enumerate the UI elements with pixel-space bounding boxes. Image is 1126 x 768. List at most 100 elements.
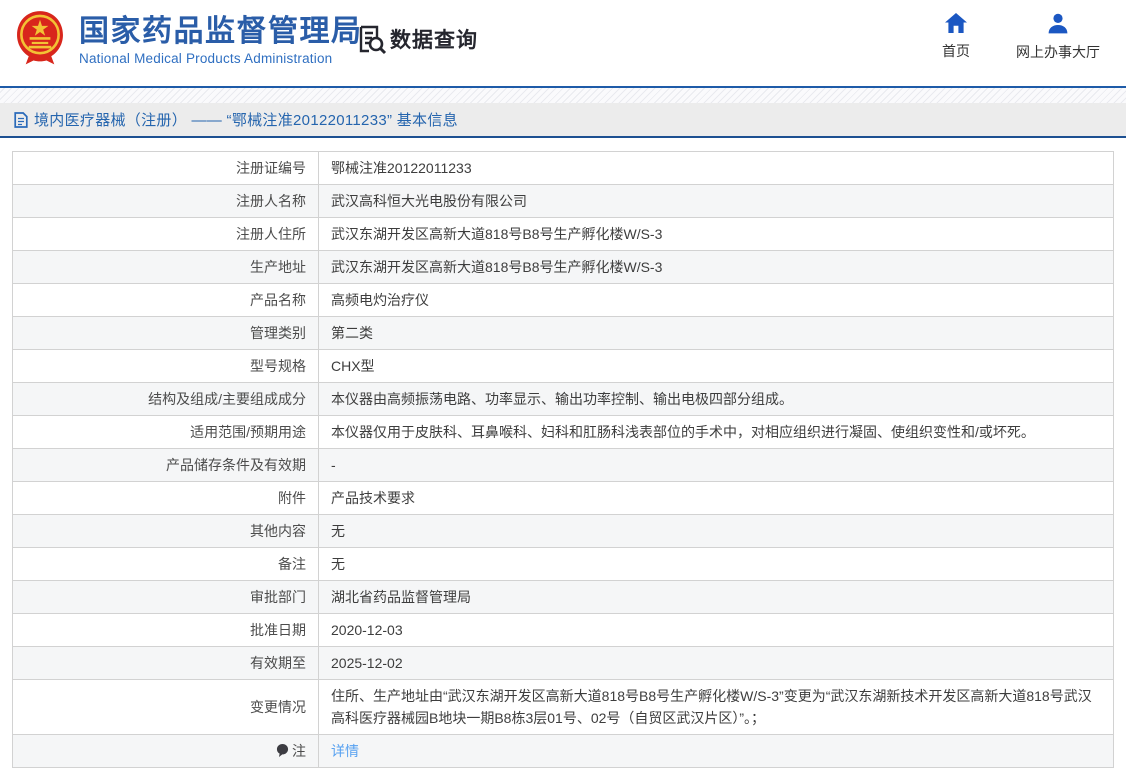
home-icon (945, 13, 967, 33)
table-row: 产品储存条件及有效期 - (12, 448, 1114, 482)
table-row: 产品名称 高频电灼治疗仪 (12, 283, 1114, 317)
table-row: 审批部门 湖北省药品监督管理局 (12, 580, 1114, 614)
row-label: 型号规格 (12, 349, 319, 383)
nav-home-label: 首页 (942, 43, 970, 59)
row-label: 变更情况 (12, 679, 319, 735)
row-value: 详情 (318, 734, 1114, 768)
nav-service-hall-label: 网上办事大厅 (1016, 44, 1100, 60)
row-label: 结构及组成/主要组成成分 (12, 382, 319, 416)
row-value: CHX型 (318, 349, 1114, 383)
row-value: 第二类 (318, 316, 1114, 350)
site-logo[interactable]: 国家药品监督管理局 National Medical Products Admi… (14, 7, 363, 67)
row-value: 鄂械注准20122011233 (318, 151, 1114, 185)
row-label: 产品储存条件及有效期 (12, 448, 319, 482)
row-label: 注册人住所 (12, 217, 319, 251)
row-label: 批准日期 (12, 613, 319, 647)
row-label: 审批部门 (12, 580, 319, 614)
top-nav: 首页 网上办事大厅 (942, 13, 1100, 62)
table-row: 有效期至 2025-12-02 (12, 646, 1114, 680)
row-value: - (318, 448, 1114, 482)
document-icon (14, 111, 28, 128)
row-label: 生产地址 (12, 250, 319, 284)
row-label: 适用范围/预期用途 (12, 415, 319, 449)
row-label: 注册人名称 (12, 184, 319, 218)
row-value-text: 2020-12-03 (331, 622, 403, 638)
row-value-text: 无 (331, 523, 345, 539)
table-row: 适用范围/预期用途 本仪器仅用于皮肤科、耳鼻喉科、妇科和肛肠科浅表部位的手术中，对… (12, 415, 1114, 449)
row-label: 有效期至 (12, 646, 319, 680)
breadcrumb: 境内医疗器械（注册） —— “鄂械注准20122011233” 基本信息 (34, 112, 458, 129)
row-value: 武汉东湖开发区高新大道818号B8号生产孵化楼W/S-3 (318, 217, 1114, 251)
table-row: 结构及组成/主要组成成分 本仪器由高频振荡电路、功率显示、输出功率控制、输出电极四… (12, 382, 1114, 416)
site-subtitle: National Medical Products Administration (79, 51, 333, 66)
row-label-text: 备注 (278, 556, 306, 572)
nav-home[interactable]: 首页 (942, 13, 970, 62)
row-label-text: 其他内容 (250, 523, 306, 539)
row-label-text: 产品名称 (250, 292, 306, 308)
row-value: 无 (318, 547, 1114, 581)
row-label: 其他内容 (12, 514, 319, 548)
row-value-text: 住所、生产地址由“武汉东湖开发区高新大道818号B8号生产孵化楼W/S-3”变更… (331, 688, 1092, 726)
row-value: 武汉东湖开发区高新大道818号B8号生产孵化楼W/S-3 (318, 250, 1114, 284)
table-row: 变更情况 住所、生产地址由“武汉东湖开发区高新大道818号B8号生产孵化楼W/S-… (12, 679, 1114, 735)
table-row: 管理类别 第二类 (12, 316, 1114, 350)
row-label-text: 适用范围/预期用途 (190, 424, 306, 440)
nav-service-hall[interactable]: 网上办事大厅 (1016, 13, 1100, 62)
row-value-text: 鄂械注准20122011233 (331, 160, 472, 176)
detail-link[interactable]: 详情 (331, 743, 359, 759)
breadcrumb-bar: 境内医疗器械（注册） —— “鄂械注准20122011233” 基本信息 (0, 103, 1126, 138)
row-label-text: 批准日期 (250, 622, 306, 638)
row-label-text: 型号规格 (250, 358, 306, 374)
national-emblem-icon (17, 11, 63, 65)
row-value: 产品技术要求 (318, 481, 1114, 515)
row-value-text: 武汉东湖开发区高新大道818号B8号生产孵化楼W/S-3 (331, 226, 663, 242)
row-label-text: 变更情况 (250, 699, 306, 715)
row-label-text: 附件 (278, 490, 306, 506)
row-value-text: - (331, 457, 336, 473)
main-content: 注册证编号 鄂械注准20122011233 注册人名称 武汉高科恒大光电股份有限公司注… (0, 138, 1126, 768)
row-value: 本仪器由高频振荡电路、功率显示、输出功率控制、输出电极四部分组成。 (318, 382, 1114, 416)
info-table-body: 注册证编号 鄂械注准20122011233 注册人名称 武汉高科恒大光电股份有限公司注… (12, 151, 1114, 768)
row-value-text: 第二类 (331, 325, 373, 341)
table-row: 批准日期 2020-12-03 (12, 613, 1114, 647)
row-value: 高频电灼治疗仪 (318, 283, 1114, 317)
row-value-text: 本仪器仅用于皮肤科、耳鼻喉科、妇科和肛肠科浅表部位的手术中，对相应组织进行凝固、… (331, 424, 1035, 440)
row-label-text: 产品储存条件及有效期 (166, 457, 306, 473)
site-title: 国家药品监督管理局 (79, 15, 363, 48)
row-value: 本仪器仅用于皮肤科、耳鼻喉科、妇科和肛肠科浅表部位的手术中，对相应组织进行凝固、… (318, 415, 1114, 449)
row-value-text: 产品技术要求 (331, 490, 415, 506)
hatched-gap-band (0, 88, 1126, 103)
table-row: 注 详情 (12, 734, 1114, 768)
table-row: 附件 产品技术要求 (12, 481, 1114, 515)
row-value: 无 (318, 514, 1114, 548)
row-label: 注册证编号 (12, 151, 319, 185)
data-query-tab[interactable]: 数据查询 (355, 23, 478, 55)
row-label-text: 注册人名称 (236, 193, 306, 209)
data-query-icon (359, 25, 387, 55)
table-row: 注册人住所 武汉东湖开发区高新大道818号B8号生产孵化楼W/S-3 (12, 217, 1114, 251)
table-row: 其他内容 无 (12, 514, 1114, 548)
row-label-text: 管理类别 (250, 325, 306, 341)
row-value-text: 武汉高科恒大光电股份有限公司 (331, 193, 527, 209)
row-label-text: 有效期至 (250, 655, 306, 671)
table-row: 型号规格 CHX型 (12, 349, 1114, 383)
row-value-text: CHX型 (331, 358, 375, 374)
row-label-text: 结构及组成/主要组成成分 (148, 391, 306, 407)
row-value: 武汉高科恒大光电股份有限公司 (318, 184, 1114, 218)
row-value: 湖北省药品监督管理局 (318, 580, 1114, 614)
row-label: 附件 (12, 481, 319, 515)
data-query-label: 数据查询 (390, 29, 478, 52)
table-row: 生产地址 武汉东湖开发区高新大道818号B8号生产孵化楼W/S-3 (12, 250, 1114, 284)
row-label-text: 注 (292, 743, 306, 759)
registration-info-table: 注册证编号 鄂械注准20122011233 注册人名称 武汉高科恒大光电股份有限公司注… (12, 151, 1114, 768)
row-value-text: 高频电灼治疗仪 (331, 292, 429, 308)
row-label-text: 注册证编号 (236, 160, 306, 176)
row-label-text: 注册人住所 (236, 226, 306, 242)
table-row: 注册人名称 武汉高科恒大光电股份有限公司 (12, 184, 1114, 218)
row-value: 住所、生产地址由“武汉东湖开发区高新大道818号B8号生产孵化楼W/S-3”变更… (318, 679, 1114, 735)
table-row: 备注 无 (12, 547, 1114, 581)
row-label: 注 (12, 734, 319, 768)
row-value: 2025-12-02 (318, 646, 1114, 680)
row-value-text: 武汉东湖开发区高新大道818号B8号生产孵化楼W/S-3 (331, 259, 663, 275)
site-title-block: 国家药品监督管理局 National Medical Products Admi… (79, 7, 363, 66)
